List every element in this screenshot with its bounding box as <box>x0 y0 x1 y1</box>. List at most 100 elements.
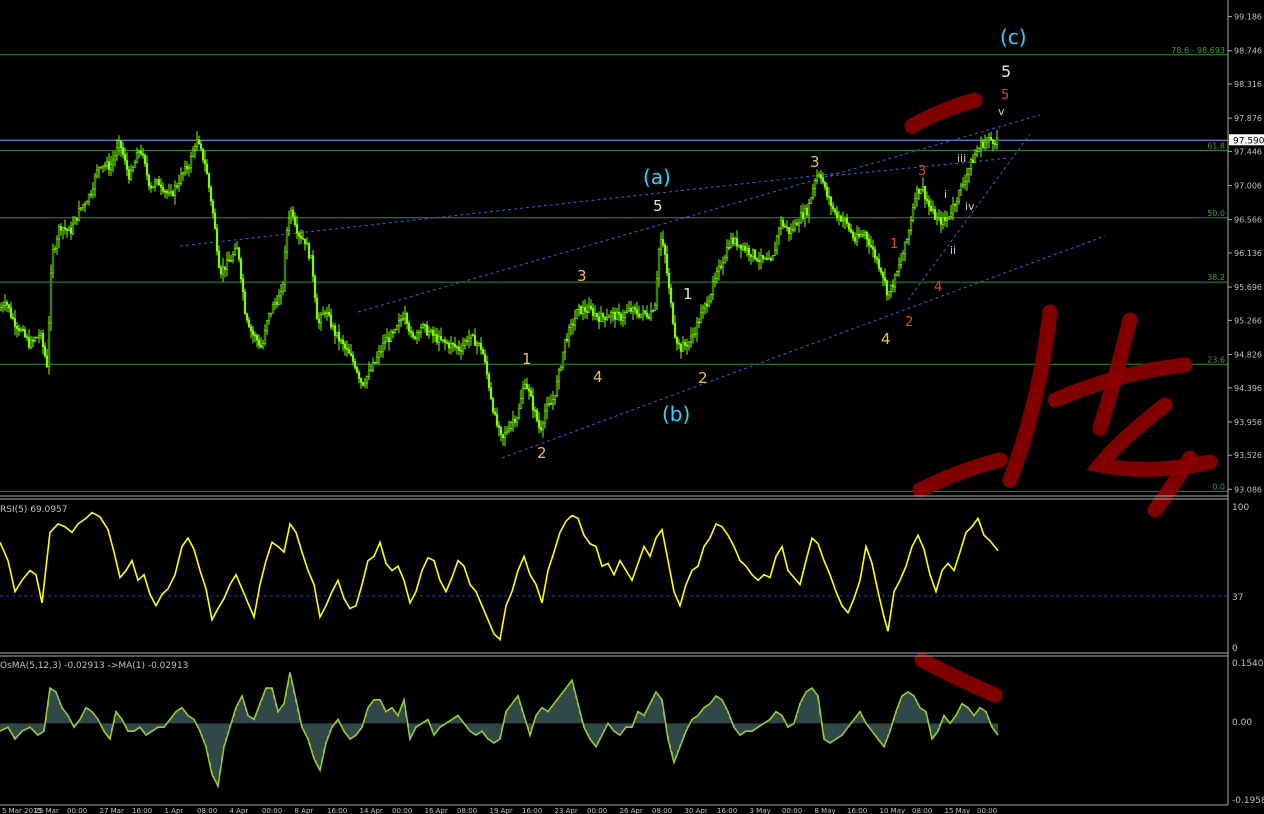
time-tick-label: 00:00 <box>977 807 997 814</box>
candle <box>151 186 155 189</box>
candle <box>491 396 495 415</box>
time-tick-label: 08:00 <box>197 807 217 814</box>
price-tick-label: 96.566 <box>1234 216 1262 225</box>
time-tick-label: 10 May <box>880 807 906 814</box>
candle <box>771 254 775 261</box>
time-tick-label: 16:00 <box>327 807 347 814</box>
price-axis[interactable]: 99.186 98.746 98.316 97.876 97.446 97.006 96.5… <box>1228 13 1262 495</box>
time-tick-label: 08:00 <box>912 807 932 814</box>
price-tick-label: 94.826 <box>1234 350 1262 359</box>
candle <box>535 408 539 423</box>
time-tick-label: 00:00 <box>262 807 282 814</box>
wave-label-o3: 3 <box>918 164 926 179</box>
time-tick-label: 1 Apr <box>165 807 184 814</box>
price-tick-label: 97.006 <box>1234 182 1262 191</box>
wave-label-y1b: 1 <box>683 285 693 303</box>
time-tick-label: 16:00 <box>847 807 867 814</box>
wave-label-iv: iv <box>965 200 975 213</box>
price-tick-label: 95.266 <box>1234 316 1262 325</box>
wave-label-y4b: 4 <box>881 330 891 348</box>
time-tick-label: 00:00 <box>67 807 87 814</box>
time-tick-label: 08:00 <box>457 807 477 814</box>
time-axis: 5 Mar 201525 Mar 00:00 27 Mar 16:00 1 Apr 08:… <box>2 807 997 814</box>
price-tick-label: 94.396 <box>1234 384 1262 393</box>
wave-label-y2b: 2 <box>698 369 708 387</box>
current-price-tag: 97.590 <box>1229 134 1264 146</box>
osma-tick-min: -0.1958 <box>1232 796 1264 806</box>
osma-tick-max: 0.15403 <box>1232 659 1264 669</box>
time-tick-label: 00:00 <box>587 807 607 814</box>
fib-level-label: 0.0 <box>1212 482 1225 491</box>
wave-label-v: v <box>998 105 1005 118</box>
time-tick-label: 00:00 <box>392 807 412 814</box>
price-tick-label: 93.956 <box>1234 418 1262 427</box>
fib-level-label: 61.8 <box>1207 141 1225 150</box>
fib-level-label: 23.6 <box>1207 355 1225 364</box>
price-tick-label: 96.136 <box>1234 249 1262 258</box>
time-tick-label: 14 Apr <box>360 807 383 814</box>
wave-label-y1: 1 <box>522 350 532 368</box>
osma-label: OsMA(5,12,3) -0.02913 ->MA(1) -0.02913 <box>0 661 188 671</box>
price-tick-label: 97.446 <box>1234 147 1262 156</box>
rsi-tick-37: 37 <box>1232 593 1243 603</box>
time-tick-label: 8 Apr <box>295 807 314 814</box>
wave-label-y3: 3 <box>577 267 587 285</box>
wave-label-o1: 1 <box>890 237 898 252</box>
price-tick-label: 98.746 <box>1234 47 1262 56</box>
price-tick-label: 93.526 <box>1234 451 1262 460</box>
wave-label-o4: 4 <box>934 280 942 295</box>
rsi-tick-100: 100 <box>1232 503 1249 513</box>
candle <box>579 305 583 316</box>
candle <box>919 188 923 194</box>
time-tick-label: 16:00 <box>522 807 542 814</box>
wave-label-a: (a) <box>643 165 671 189</box>
fib-level-label: 50.0 <box>1207 209 1225 218</box>
current-price-label: 97.590 <box>1233 136 1264 146</box>
wave-label-y5b: 5 <box>1001 62 1011 81</box>
time-tick-label: 08:00 <box>652 807 672 814</box>
candle <box>307 241 311 261</box>
fib-level-label: 78.6 - 98.693 <box>1171 46 1225 55</box>
wave-label-ii: ii <box>950 244 956 257</box>
time-tick-label: 16:00 <box>132 807 152 814</box>
candle <box>671 301 675 325</box>
fib-level-label: 38.2 <box>1207 273 1225 282</box>
time-tick-label: 16 Apr <box>425 807 448 814</box>
wave-label-y4: 4 <box>593 368 603 386</box>
candle <box>243 288 247 315</box>
wave-label-b: (b) <box>662 402 690 426</box>
time-tick-label: 15 May <box>945 807 971 814</box>
time-tick-label: 3 May <box>750 807 771 814</box>
wave-label-o2: 2 <box>905 315 913 330</box>
wave-label-iii: iii <box>957 152 966 165</box>
candle <box>49 264 53 331</box>
candle <box>309 255 313 259</box>
rsi-label: RSI(5) 69.0957 <box>0 505 67 515</box>
wave-label-i: i <box>944 188 947 201</box>
time-tick-label: 16:00 <box>717 807 737 814</box>
candle <box>47 315 51 375</box>
price-tick-label: 99.186 <box>1234 13 1262 22</box>
time-tick-label: 8 May <box>815 807 836 814</box>
time-tick-label: 00:00 <box>782 807 802 814</box>
wave-label-y5: 5 <box>653 197 663 215</box>
wave-label-y2: 2 <box>537 444 547 462</box>
time-tick-label: 4 Apr <box>230 807 249 814</box>
rsi-tick-0: 0 <box>1232 644 1238 654</box>
wave-label-o5: 5 <box>1001 88 1009 103</box>
candle <box>575 309 579 319</box>
time-tick-label: 25 Mar <box>35 807 59 814</box>
time-tick-label: 27 Mar <box>100 807 124 814</box>
candle <box>215 224 219 256</box>
wave-label-c: (c) <box>1000 25 1027 49</box>
time-tick-label: 30 Apr <box>685 807 708 814</box>
time-tick-label: 23 Apr <box>555 807 578 814</box>
candle <box>753 249 757 261</box>
price-tick-label: 93.086 <box>1234 485 1262 494</box>
price-tick-label: 98.316 <box>1234 80 1262 89</box>
price-tick-label: 97.876 <box>1234 114 1262 123</box>
chart-window[interactable]: 78.6 - 98.693 61.8 50.0 38.2 23.6 0.0 (a) (b)… <box>0 0 1264 814</box>
osma-tick-zero: 0.00 <box>1232 718 1252 728</box>
time-tick-label: 19 Apr <box>490 807 513 814</box>
price-tick-label: 95.696 <box>1234 283 1262 292</box>
